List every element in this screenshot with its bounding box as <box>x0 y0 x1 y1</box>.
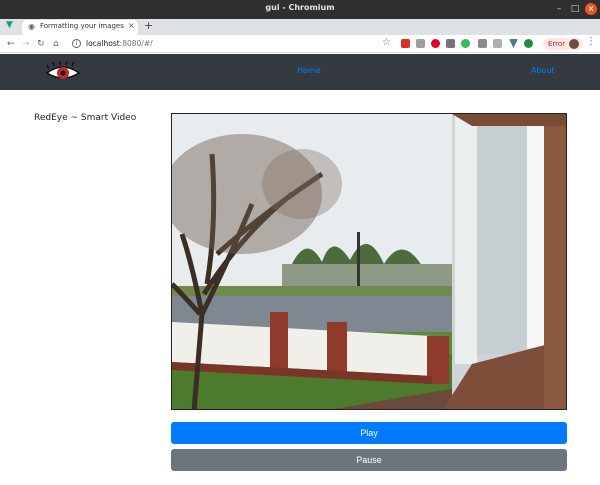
tab-title: Formatting your images f <box>40 22 126 30</box>
extension-icon-evernote[interactable] <box>461 39 470 48</box>
reload-icon[interactable]: ↻ <box>37 37 45 51</box>
tab-close-icon[interactable]: × <box>128 21 135 30</box>
extension-icon-vue[interactable] <box>509 39 518 48</box>
browser-toolbar: ← → ↻ ⌂ i localhost:8080/#/ ☆ Error ⋮ <box>0 35 600 53</box>
app-navbar: Home About <box>0 54 600 90</box>
pause-button[interactable]: Pause <box>171 449 567 471</box>
extension-icon-box[interactable] <box>446 39 455 48</box>
eye-icon: ◉ <box>28 22 35 31</box>
star-icon[interactable]: ☆ <box>382 37 391 48</box>
extension-icon-camera[interactable] <box>478 39 487 48</box>
page-title: RedEye ~ Smart Video <box>34 113 137 123</box>
new-tab-icon[interactable]: + <box>144 19 153 32</box>
play-button[interactable]: Play <box>171 422 567 444</box>
home-icon[interactable]: ⌂ <box>53 37 59 51</box>
tab-strip: ▼ ◉ Formatting your images f × + <box>0 19 600 35</box>
camera-feed-image <box>172 114 566 409</box>
video-frame[interactable] <box>171 113 567 410</box>
nav-link-home[interactable]: Home <box>297 66 321 75</box>
back-arrow-icon[interactable]: ← <box>7 37 15 51</box>
extension-icon-shield[interactable] <box>524 39 533 48</box>
url-path: :8080/#/ <box>119 39 153 48</box>
minimize-icon[interactable]: – <box>553 3 565 15</box>
url-host: localhost <box>86 39 120 48</box>
extension-icon-puzzle[interactable] <box>493 39 502 48</box>
address-bar[interactable]: localhost:8080/#/ <box>86 38 153 49</box>
extension-icon-pinterest[interactable] <box>431 39 440 48</box>
close-window-icon[interactable]: × <box>585 3 597 15</box>
maximize-icon[interactable]: □ <box>569 3 581 15</box>
menu-kebab-icon[interactable]: ⋮ <box>586 36 596 47</box>
vue-app-icon: ▼ <box>6 20 13 30</box>
extension-icon-reader[interactable] <box>416 39 425 48</box>
red-eye-logo[interactable] <box>44 60 82 84</box>
forward-arrow-icon[interactable]: → <box>22 37 30 51</box>
window-title: gui - Chromium <box>265 3 335 12</box>
browser-tab[interactable]: ◉ Formatting your images f × <box>22 20 138 35</box>
info-icon[interactable]: i <box>72 39 81 48</box>
extension-icon-gmail[interactable] <box>401 39 410 48</box>
nav-link-about[interactable]: About <box>531 66 555 75</box>
profile-avatar[interactable] <box>569 39 579 49</box>
window-titlebar: gui - Chromium – □ × <box>0 0 600 19</box>
